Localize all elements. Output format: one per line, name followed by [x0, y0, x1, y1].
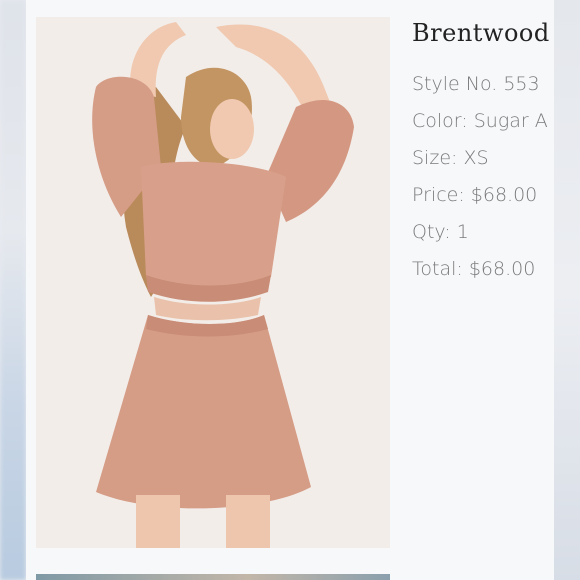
total-label: Total: $68.00: [412, 258, 536, 280]
order-card: Brentwood Style No. 553 Color: Sugar A S…: [26, 0, 554, 580]
size-label: Size: XS: [412, 147, 489, 169]
price-label: Price: $68.00: [412, 184, 538, 206]
order-details: Brentwood Style No. 553 Color: Sugar A S…: [412, 18, 554, 288]
dress-illustration: [36, 17, 390, 548]
color-label: Color: Sugar A: [412, 110, 548, 132]
product-title: Brentwood: [412, 19, 550, 47]
style-number: Style No. 553: [412, 73, 540, 95]
quantity-label: Qty: 1: [412, 221, 469, 243]
background-right-blur: [554, 0, 580, 580]
next-item-photo-edge: [36, 574, 390, 580]
background-left-blur: [0, 0, 26, 580]
product-photo[interactable]: [36, 17, 390, 548]
